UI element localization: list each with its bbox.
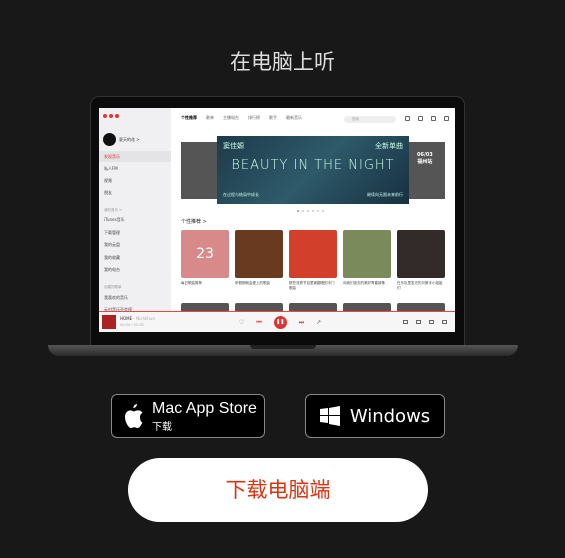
player-bar: HOME - Nichkhun 00:54 / 02:28 ♡ ⏮ ❚❚ ⏭ ↗ [99,311,455,332]
banner: 窦佳嫄 全新单曲 BEAUTY IN THE NIGHT 在过程与结局中成长 继… [217,136,409,204]
sidebar-item-friends: 朋友 [99,187,171,198]
tab: 主播电台 [223,115,239,120]
share-icon: ↗ [316,319,322,326]
playlist-cards: 23 每日歌曲推荐 听假期就会爱上的歌曲 那些流秀节目里被翻唱的冷门歌曲 向我们逝… [181,230,445,291]
caption: 那些流秀节目里被翻唱的冷门歌曲 [289,281,335,290]
download-desktop-button[interactable]: 下载电脑端 [128,458,428,522]
lyrics-icon [429,320,434,324]
track-time: 00:54 / 02:28 [120,323,144,327]
loop-icon [403,320,408,324]
caption: 听假期就会爱上的歌曲 [235,281,270,285]
label: 视频 [104,177,112,183]
track-artist: - Nichkhun [133,316,155,321]
sidebar-item-favorites: 我的收藏 [99,252,171,263]
username: 夏天的花 > [119,136,140,142]
label: 朋友 [104,189,112,195]
section-title: 个性推荐 > [181,219,207,225]
mac-line2: 下载 [152,421,172,433]
sidebar-item-fm: 私人FM [99,163,171,174]
caption: 向我们逝去的美好青春致敬 [343,281,385,285]
tab: 排行榜 [248,115,260,120]
track-info: HOME - Nichkhun [120,316,155,321]
mail-icon [418,116,423,121]
banner-side-date: 06/03 福州站 [417,152,433,165]
windows-label: Windows [349,405,431,427]
card: 那些流秀节目里被翻唱的冷门歌曲 [289,230,337,291]
banner-artist: 窦佳嫄 [223,142,244,150]
app-screenshot: 夏天的花 > 发现音乐 私人FM 视频 朋友 我的音乐 > iTunes音乐 下… [99,108,455,332]
caption: 每日歌曲推荐 [181,281,202,285]
city: 福州站 [417,159,433,165]
sidebar-item-discover: 发现音乐 [99,151,171,162]
page-title: 在电脑上听 [230,50,335,74]
playback-controls: ♡ ⏮ ❚❚ ⏭ ↗ [239,316,321,329]
card: 听假期就会爱上的歌曲 [235,230,283,291]
cover [343,230,391,278]
card: 在乐队里发光的贝斯手小姐姐们 [397,230,445,291]
label: 我的云盘 [104,241,120,247]
player-options [403,320,447,324]
cover [397,230,445,278]
user-profile: 夏天的花 > [103,133,140,146]
tab: 个性推荐 [181,115,197,120]
cover [235,230,283,278]
window-controls [103,114,121,119]
playlist-icon [416,320,421,324]
banner-tag: 全新单曲 [375,142,403,150]
label: 下载管理 [104,229,120,235]
label: iTunes音乐 [104,216,125,222]
sidebar-item-itunes: iTunes音乐 [99,214,171,225]
apple-icon [125,404,143,428]
banner-pagination [297,210,324,212]
banner-sub-left: 在过程与结局中成长 [223,192,259,197]
pause-icon: ❚❚ [273,316,287,329]
heart-icon: ♡ [239,319,245,326]
search-input: 搜索 [344,116,396,123]
cover [289,230,337,278]
caption: 在乐队里发光的贝斯手小姐姐们 [397,281,443,290]
sidebar-item-video: 视频 [99,175,171,186]
tab: 最新音乐 [286,115,302,120]
mac-app-store-button[interactable]: Mac App Store 下载 [111,394,265,438]
sidebar-item-radio: 我的电台 [99,264,171,275]
track-title: HOME [120,316,133,321]
toolbar-icons [405,116,449,121]
sidebar-item-downloads: 下载管理 [99,227,171,238]
sidebar: 夏天的花 > 发现音乐 私人FM 视频 朋友 我的音乐 > iTunes音乐 下… [99,108,171,313]
avatar [103,133,116,146]
tab: 歌单 [206,115,214,120]
volume-icon [442,320,447,324]
miniplayer-icon [444,116,449,121]
album-art [102,315,116,329]
laptop-notch [250,345,316,349]
windows-button[interactable]: Windows [305,394,445,438]
mac-line1: Mac App Store [152,399,257,417]
label: 我的收藏 [104,254,120,260]
sidebar-item-cloud: 我的云盘 [99,239,171,250]
skin-icon [431,116,436,121]
banner-title: BEAUTY IN THE NIGHT [231,158,395,173]
sidebar-item-liked: 我喜欢的音乐 [99,292,171,303]
label: 私人FM [104,165,118,171]
banner-sub-right: 继续向无限未来前行 [367,192,403,197]
calendar-icon: 23 [181,230,229,278]
tab: 歌手 [269,115,277,120]
prev-icon: ⏮ [256,318,262,326]
playlists-header: 创建的歌单 [104,285,122,289]
settings-icon [405,116,410,121]
label: 发现音乐 [104,153,120,159]
windows-icon [319,406,340,426]
label: 我的电台 [104,266,120,272]
next-icon: ⏭ [298,318,305,326]
card: 23 每日歌曲推荐 [181,230,229,291]
label: 我喜欢的音乐 [104,294,128,300]
my-music-header: 我的音乐 > [104,208,123,212]
card: 向我们逝去的美好青春致敬 [343,230,391,291]
